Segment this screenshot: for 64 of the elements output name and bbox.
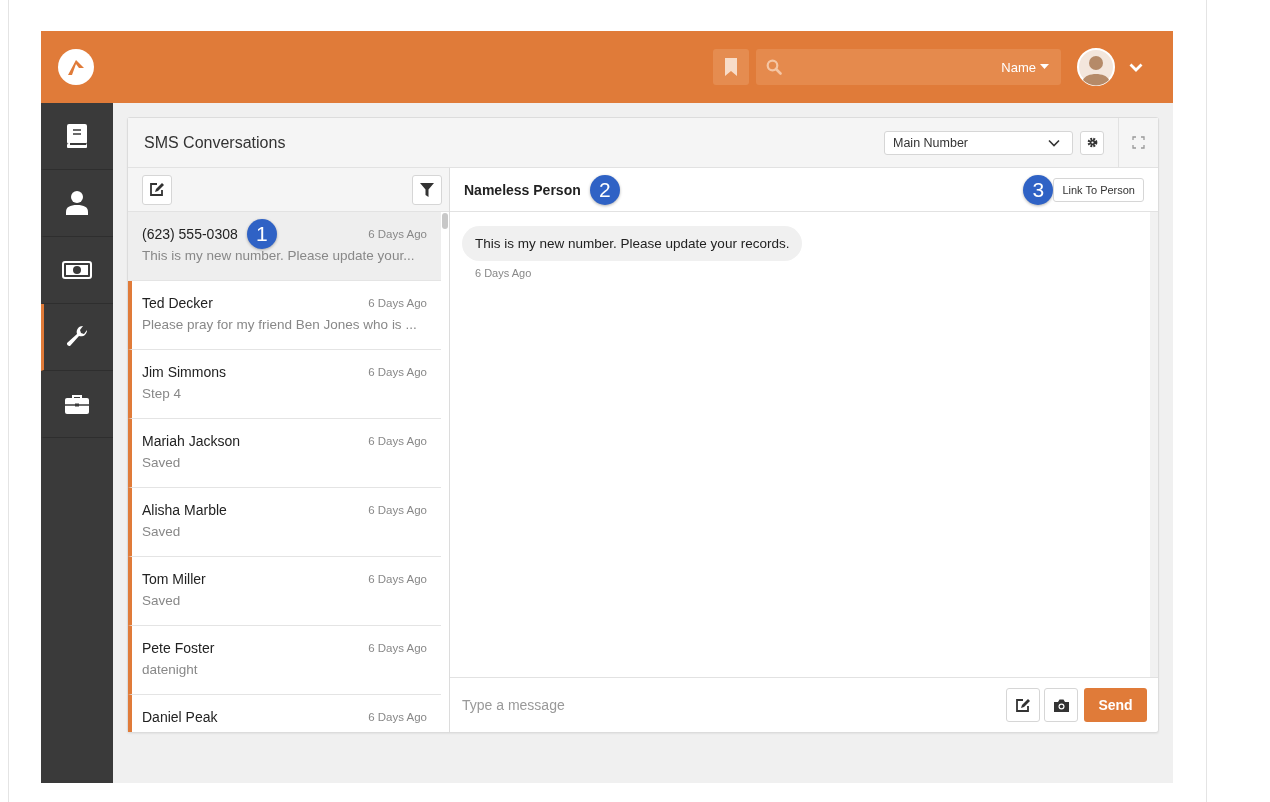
scrollbar-track[interactable] — [1150, 212, 1158, 677]
contact-name: (623) 555-0308 — [142, 226, 238, 242]
contact-name: Tom Miller — [142, 571, 206, 587]
filter-icon — [420, 182, 434, 197]
camera-icon — [1053, 698, 1069, 712]
conversation-item[interactable]: (623) 555-0308 1 6 Days Ago This is my new number. Please update your... — [128, 212, 441, 281]
message-time: 6 Days Ago — [368, 504, 427, 516]
snippet-button[interactable] — [1006, 688, 1040, 722]
logo-icon[interactable] — [57, 48, 95, 86]
conversation-item[interactable]: Alisha Marble 6 Days Ago Saved — [128, 488, 441, 557]
chevron-down-icon — [1048, 138, 1060, 147]
contact-name: Alisha Marble — [142, 502, 227, 518]
avatar-icon[interactable] — [1077, 48, 1115, 86]
message-preview: Please pray for my friend Ben Jones who is ... — [142, 317, 418, 332]
message-time: 6 Days Ago — [368, 573, 427, 585]
message-bubble: This is my new number. Please update your records. — [462, 226, 803, 261]
message-preview: Saved — [142, 593, 182, 608]
contact-name: Nameless Person — [464, 181, 581, 198]
message-time: 6 Days Ago — [475, 267, 532, 279]
message-preview: datenight — [142, 662, 199, 677]
book-icon — [66, 124, 88, 148]
conversation-item[interactable]: Daniel Peak 6 Days Ago — [128, 695, 441, 732]
chevron-down-icon[interactable] — [1129, 62, 1143, 72]
contact-name: Daniel Peak — [142, 709, 218, 725]
number-select[interactable]: Main Number — [884, 130, 1073, 155]
message-time: 6 Days Ago — [368, 366, 427, 378]
briefcase-icon — [65, 394, 89, 414]
gear-icon — [1086, 137, 1098, 148]
message-time: 6 Days Ago — [368, 435, 427, 447]
filter-button[interactable] — [412, 174, 442, 205]
message-preview: Step 4 — [142, 386, 183, 401]
edit-icon — [1015, 697, 1031, 713]
message-preview: This is my new number. Please update your... — [142, 248, 416, 263]
message-time: 6 Days Ago — [368, 228, 427, 240]
conversation-item[interactable]: Jim Simmons 6 Days Ago Step 4 — [128, 350, 441, 419]
conversation-item[interactable]: Mariah Jackson 6 Days Ago Saved — [128, 419, 441, 488]
settings-button[interactable] — [1080, 130, 1104, 155]
conversation-item[interactable]: Tom Miller 6 Days Ago Saved — [128, 557, 441, 626]
conversation-item[interactable]: Ted Decker 6 Days Ago Please pray for my friend Ben Jones who is ... — [128, 281, 441, 350]
message-time: 6 Days Ago — [368, 711, 427, 723]
message-time: 6 Days Ago — [368, 297, 427, 309]
camera-button[interactable] — [1044, 688, 1078, 722]
contact-name: Mariah Jackson — [142, 433, 241, 449]
caret-icon — [1040, 64, 1049, 70]
bookmark-icon — [724, 58, 738, 76]
conversation-item[interactable]: Pete Foster 6 Days Ago datenight — [128, 626, 441, 695]
message-preview: Saved — [142, 524, 182, 539]
callout-marker: 3 — [1023, 174, 1054, 205]
callout-marker: 1 — [246, 219, 277, 249]
scrollbar-thumb[interactable] — [442, 213, 448, 229]
edit-icon — [149, 182, 165, 197]
panel-title: SMS Conversations — [144, 133, 286, 152]
callout-marker: 2 — [589, 174, 620, 205]
contact-name: Jim Simmons — [142, 364, 226, 380]
contact-name: Ted Decker — [142, 295, 213, 311]
wrench-icon — [65, 325, 89, 349]
message-preview: Saved — [142, 455, 182, 470]
search-icon — [766, 59, 782, 75]
contact-name: Pete Foster — [142, 640, 215, 656]
new-message-button[interactable] — [142, 174, 172, 205]
person-icon — [66, 191, 88, 215]
link-to-person-button[interactable]: Link To Person — [1053, 177, 1144, 202]
banknote-icon — [62, 261, 92, 279]
message-time: 6 Days Ago — [368, 642, 427, 654]
